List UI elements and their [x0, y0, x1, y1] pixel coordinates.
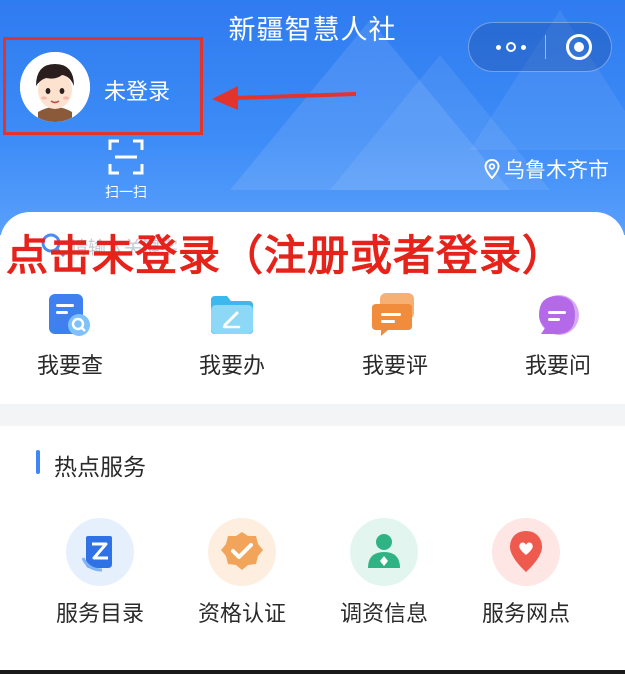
- service-label: 资格认证: [197, 602, 286, 627]
- location-pin-icon: [484, 159, 500, 179]
- service-label: 调资信息: [339, 602, 428, 627]
- chat-review-icon: [370, 290, 420, 340]
- certificate-badge-icon: [208, 518, 276, 586]
- annotation-text: 点击未登录（注册或者登录）: [6, 231, 566, 280]
- mini-program-capsule: [468, 22, 612, 72]
- service-certification[interactable]: 资格认证: [172, 518, 312, 628]
- location-heart-icon: [492, 518, 560, 586]
- service-catalog[interactable]: 服务目录: [30, 518, 170, 628]
- more-icon[interactable]: [487, 35, 535, 59]
- section-title: 热点服务: [54, 455, 146, 481]
- quick-action-label: 我要查: [36, 354, 103, 379]
- service-label: 服务目录: [55, 602, 144, 627]
- scan-icon[interactable]: [107, 138, 145, 176]
- catalog-icon: [66, 518, 134, 586]
- quick-action-review[interactable]: 我要评: [335, 290, 455, 380]
- quick-action-query[interactable]: 我要查: [10, 290, 130, 380]
- service-outlets[interactable]: 服务网点: [456, 518, 596, 628]
- section-accent-bar: [36, 450, 40, 474]
- scan-label[interactable]: 扫一扫: [98, 182, 154, 202]
- service-label: 服务网点: [481, 602, 570, 627]
- person-salary-icon: [350, 518, 418, 586]
- location-selector[interactable]: 乌鲁木齐市: [484, 154, 609, 184]
- quick-action-label: 我要办: [198, 354, 265, 379]
- search-document-icon: [45, 290, 95, 340]
- login-highlight-box: [3, 37, 203, 135]
- section-divider: [0, 404, 625, 426]
- quick-action-label: 我要评: [361, 354, 428, 379]
- quick-action-ask[interactable]: 我要问: [498, 290, 618, 380]
- arrow-left-icon: [212, 86, 357, 110]
- folder-edit-icon: [207, 290, 257, 340]
- capsule-divider: [545, 35, 546, 59]
- service-salary-info[interactable]: 调资信息: [314, 518, 454, 628]
- quick-action-label: 我要问: [524, 354, 591, 379]
- close-icon[interactable]: [566, 34, 592, 60]
- bottom-border: [0, 670, 625, 674]
- quick-action-handle[interactable]: 我要办: [172, 290, 292, 380]
- question-bubble-icon: [533, 290, 583, 340]
- location-label: 乌鲁木齐市: [504, 158, 609, 182]
